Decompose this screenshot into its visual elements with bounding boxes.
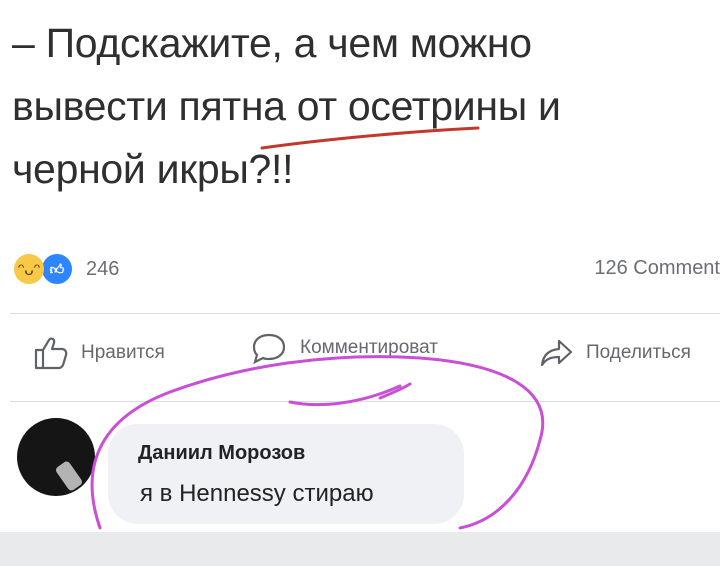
avatar-highlight <box>54 459 84 493</box>
reactions-summary[interactable]: ᵔᴗᵔ 👍︎ 246 <box>14 252 120 286</box>
thumbs-up-icon <box>34 337 68 370</box>
avatar[interactable] <box>17 418 95 496</box>
post-card: – Подскажите, а чем можно вывести пятна … <box>0 0 720 532</box>
post-line: – Подскажите, а чем можно <box>12 20 532 66</box>
post-line: вывести пятна от осетрины и <box>12 83 561 129</box>
like-button[interactable]: Нравится <box>33 335 165 371</box>
comment-bubble: Даниил Морозов я в Hennessy стираю <box>108 424 464 524</box>
comment-button[interactable]: Комментироват <box>250 330 438 366</box>
share-button[interactable]: Поделиться <box>540 335 691 371</box>
comment-label: Комментироват <box>300 337 439 358</box>
post-line: черной икры?!! <box>12 146 294 192</box>
share-label: Поделиться <box>586 342 691 363</box>
divider <box>10 401 720 402</box>
share-arrow-icon <box>540 339 573 367</box>
laughing-face-icon: ᵔᴗᵔ <box>14 254 44 284</box>
post-text: – Подскажите, а чем можно вывести пятна … <box>12 12 702 201</box>
comment-author[interactable]: Даниил Морозов <box>138 442 305 465</box>
divider <box>10 313 720 314</box>
comments-count[interactable]: 126 Comment <box>594 257 720 280</box>
comment-text: я в Hennessy стираю <box>140 480 374 507</box>
speech-bubble-icon <box>252 333 286 365</box>
like-label: Нравится <box>81 342 165 363</box>
thumbs-up-icon: 👍︎ <box>40 252 74 286</box>
reaction-count: 246 <box>86 257 120 280</box>
